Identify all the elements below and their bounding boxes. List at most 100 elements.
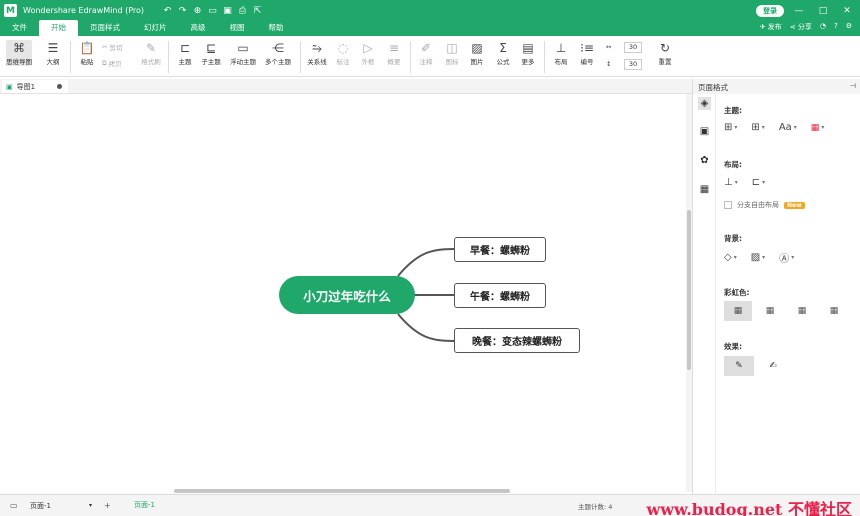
panel-sidebar: ◈ ▣ ✿ ▦ <box>693 94 716 494</box>
horizontal-spacing-input[interactable]: 30 <box>624 42 642 53</box>
mindmap-view-button[interactable]: ⌘ 思维导图 <box>6 40 32 66</box>
subtopic-icon: ⊑ <box>205 41 217 55</box>
topic-button[interactable]: ⊏ 主题 <box>172 40 198 66</box>
multiple-topics-button[interactable]: ⋲ 多个主题 <box>265 40 291 66</box>
more-button[interactable]: ▤ 更多 <box>515 40 541 66</box>
clipart-icon[interactable]: ✿ <box>698 154 711 167</box>
chevron-down-icon[interactable]: ▾ <box>762 124 765 131</box>
save-icon[interactable]: ▣ <box>222 6 233 16</box>
boundary-button[interactable]: ▷ 外框 <box>355 40 381 66</box>
tab-file[interactable]: 文件 <box>0 20 39 36</box>
tab-home[interactable]: 开始 <box>39 20 78 36</box>
vertical-spacing-input[interactable]: 30 <box>624 59 642 70</box>
tab-slides[interactable]: 幻灯片 <box>132 20 179 36</box>
cut-button[interactable]: ✂ 剪切 <box>102 42 122 52</box>
formula-button[interactable]: Σ 公式 <box>490 40 516 66</box>
layout-button[interactable]: ⊥ 布局 <box>548 40 574 66</box>
chevron-down-icon[interactable]: ▾ <box>791 254 794 261</box>
summary-button[interactable]: ≡ 概要 <box>381 40 407 66</box>
effect-handdrawn-icon[interactable]: ✍ <box>758 356 788 376</box>
add-page-button[interactable]: + <box>104 501 111 510</box>
redo-icon[interactable]: ↷ <box>177 6 188 16</box>
undo-icon[interactable]: ↶ <box>162 6 173 16</box>
settings-icon[interactable]: ⚙ <box>846 22 852 32</box>
layout-tree-icon[interactable]: ⊥ <box>724 177 733 188</box>
print-icon[interactable]: ⎙ <box>237 6 248 16</box>
floating-topic-button[interactable]: ▭ 浮动主题 <box>230 40 256 66</box>
horizontal-scroll-thumb[interactable] <box>174 489 510 493</box>
publish-button[interactable]: ✈ 发布 <box>760 22 782 32</box>
format-icon[interactable]: ▣ <box>698 125 711 138</box>
page-tab[interactable]: 页面-1 <box>134 500 155 510</box>
theme-color-icon[interactable]: ▦ <box>811 123 820 133</box>
theme-grid-icon[interactable]: ⊞ <box>724 122 732 133</box>
bell-icon[interactable]: ◔ <box>820 22 826 32</box>
topic-breakfast[interactable]: 早餐：螺蛳粉 <box>454 237 546 262</box>
new-file-icon[interactable]: ⊕ <box>192 6 203 16</box>
chevron-down-icon[interactable]: ▾ <box>734 254 737 261</box>
multiple-topics-icon: ⋲ <box>272 41 284 55</box>
topic-lunch[interactable]: 午餐：螺蛳粉 <box>454 283 546 308</box>
rainbow-option-4[interactable]: ▦ <box>820 301 848 321</box>
vertical-scroll-thumb[interactable] <box>687 210 691 370</box>
task-icon[interactable]: ▦ <box>698 183 711 196</box>
icon-button[interactable]: ◫ 图标 <box>439 40 465 66</box>
effect-normal-icon[interactable]: ✎ <box>724 356 754 376</box>
callout-button[interactable]: ◌ 标注 <box>330 40 356 66</box>
theme-label: 主题: <box>724 106 742 115</box>
reset-icon: ↻ <box>659 41 671 55</box>
central-topic[interactable]: 小刀过年吃什么 <box>279 276 415 314</box>
mindmap-icon: ⌘ <box>13 41 25 55</box>
mindmap-doc-icon: ▣ <box>6 82 13 91</box>
chevron-down-icon[interactable]: ▾ <box>821 124 824 131</box>
unsaved-dot-icon[interactable] <box>57 84 62 89</box>
rainbow-option-3[interactable]: ▦ <box>788 301 816 321</box>
rainbow-option-2[interactable]: ▦ <box>756 301 784 321</box>
chevron-down-icon[interactable]: ▾ <box>794 124 797 131</box>
chevron-down-icon[interactable]: ▾ <box>762 179 765 186</box>
pin-icon[interactable]: ⊣ <box>850 82 856 90</box>
tab-help[interactable]: 帮助 <box>257 20 296 36</box>
horizontal-spacing-icon: ↔ <box>606 43 612 51</box>
free-layout-checkbox[interactable] <box>724 201 732 209</box>
share-button[interactable]: ⋖ 分享 <box>790 22 812 32</box>
export-icon[interactable]: ⇱ <box>252 6 263 16</box>
picture-button[interactable]: ▨ 图片 <box>464 40 490 66</box>
maximize-button[interactable]: □ <box>814 6 832 16</box>
format-painter-button[interactable]: ✎ 格式刷 <box>138 40 164 66</box>
chevron-down-icon[interactable]: ▾ <box>762 254 765 261</box>
open-folder-icon[interactable]: ▭ <box>207 6 218 16</box>
topic-dinner[interactable]: 晚餐：变态辣螺蛳粉 <box>454 328 580 353</box>
background-image-icon[interactable]: ▨ <box>751 252 760 263</box>
login-button[interactable]: 登录 <box>756 4 784 17</box>
watermark-icon[interactable]: Ⓐ <box>779 250 789 265</box>
note-button[interactable]: ✐ 注释 <box>413 40 439 66</box>
subtopic-button[interactable]: ⊑ 子主题 <box>198 40 224 66</box>
app-title: Wondershare EdrawMind (Pro) <box>23 6 145 15</box>
page-view-icon[interactable]: ▭ <box>10 501 18 510</box>
help-icon[interactable]: ? <box>834 22 838 32</box>
outline-view-button[interactable]: ☰ 大纲 <box>40 40 66 66</box>
paste-button[interactable]: 📋 粘贴 <box>74 40 100 66</box>
theme-font-button[interactable]: Aa <box>779 122 792 133</box>
document-tab[interactable]: ▣ 导图1 <box>2 80 68 93</box>
watermark-text: www.budog.net 不懂社区 <box>646 500 853 516</box>
theme-layout-icon[interactable]: ⊞ <box>751 122 759 133</box>
reset-button[interactable]: ↻ 重置 <box>652 40 678 66</box>
page-dropdown[interactable]: 页面-1 ▾ <box>30 499 92 512</box>
minimize-button[interactable]: — <box>790 6 808 16</box>
numbering-button[interactable]: ⁝≡ 编号 <box>574 40 600 66</box>
tab-page-style[interactable]: 页面样式 <box>78 20 132 36</box>
page-style-icon[interactable]: ◈ <box>698 97 711 110</box>
fill-bucket-icon[interactable]: ◇ <box>724 252 732 263</box>
relationship-button[interactable]: ⥲ 关系线 <box>304 40 330 66</box>
effects-label: 效果: <box>724 342 742 351</box>
copy-button[interactable]: ⧉ 拷贝 <box>102 58 122 69</box>
tab-view[interactable]: 视图 <box>218 20 257 36</box>
close-button[interactable]: ✕ <box>838 6 856 16</box>
rainbow-option-1[interactable]: ▦ <box>724 301 752 321</box>
chevron-down-icon[interactable]: ▾ <box>735 179 738 186</box>
tab-advanced[interactable]: 高级 <box>179 20 218 36</box>
layout-connector-icon[interactable]: ⊏ <box>752 177 760 188</box>
chevron-down-icon[interactable]: ▾ <box>734 124 737 131</box>
